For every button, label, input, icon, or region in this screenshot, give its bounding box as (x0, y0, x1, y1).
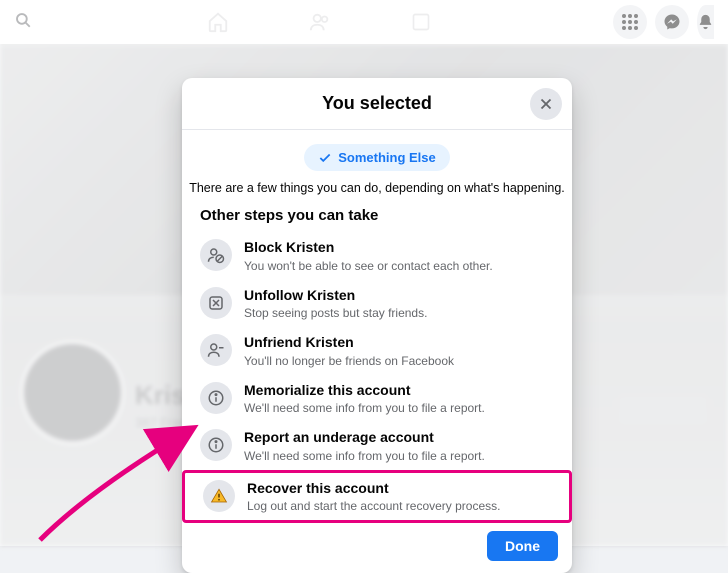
close-button[interactable] (530, 88, 562, 120)
info-icon (200, 382, 232, 414)
close-icon (537, 95, 555, 113)
chip-label: Something Else (338, 150, 436, 165)
action-row-info[interactable]: Memorialize this accountWe'll need some … (182, 375, 572, 423)
action-subtitle: You won't be able to see or contact each… (244, 259, 493, 273)
action-subtitle: Stop seeing posts but stay friends. (244, 306, 427, 320)
action-row-unfollow[interactable]: Unfollow KristenStop seeing posts but st… (182, 280, 572, 328)
warning-icon (203, 480, 235, 512)
dialog-footer: Done (182, 523, 572, 561)
action-text: Block Kristen You won't be able to see or… (244, 239, 493, 273)
unfollow-icon (200, 287, 232, 319)
action-row-unfriend[interactable]: Unfriend Kristen You'll no longer be frie… (182, 327, 572, 375)
check-icon (318, 151, 332, 165)
done-button[interactable]: Done (487, 531, 558, 561)
action-title: Report an underage account (244, 429, 485, 447)
action-title: Unfriend Kristen (244, 334, 454, 352)
action-subtitle: We'll need some info from you to file a … (244, 401, 485, 415)
action-subtitle: Log out and start the account recovery p… (247, 499, 500, 513)
section-title: Other steps you can take (182, 207, 572, 232)
action-text: Report an underage account We'll need som… (244, 429, 485, 463)
action-title: Block Kristen (244, 239, 493, 257)
report-dialog: You selected Something Else There are a … (182, 78, 572, 573)
info-icon (200, 429, 232, 461)
action-title: Recover this account (247, 480, 500, 498)
action-row-info[interactable]: Report an underage account We'll need som… (182, 422, 572, 470)
action-text: Memorialize this accountWe'll need some … (244, 382, 485, 416)
action-subtitle: We'll need some info from you to file a … (244, 449, 485, 463)
action-row-warning[interactable]: Recover this accountLog out and start th… (182, 470, 572, 524)
action-subtitle: You'll no longer be friends on Facebook (244, 354, 454, 368)
person-block-icon (200, 239, 232, 271)
action-text: Unfollow KristenStop seeing posts but st… (244, 287, 427, 321)
dialog-intro-text: There are a few things you can do, depen… (182, 181, 572, 195)
action-text: Recover this accountLog out and start th… (247, 480, 500, 514)
action-row-person-block[interactable]: Block Kristen You won't be able to see or… (182, 232, 572, 280)
dialog-header: You selected (182, 78, 572, 130)
selected-reason-chip[interactable]: Something Else (304, 144, 450, 171)
action-title: Unfollow Kristen (244, 287, 427, 305)
action-title: Memorialize this account (244, 382, 485, 400)
unfriend-icon (200, 334, 232, 366)
action-text: Unfriend Kristen You'll no longer be frie… (244, 334, 454, 368)
dialog-title: You selected (322, 93, 432, 114)
